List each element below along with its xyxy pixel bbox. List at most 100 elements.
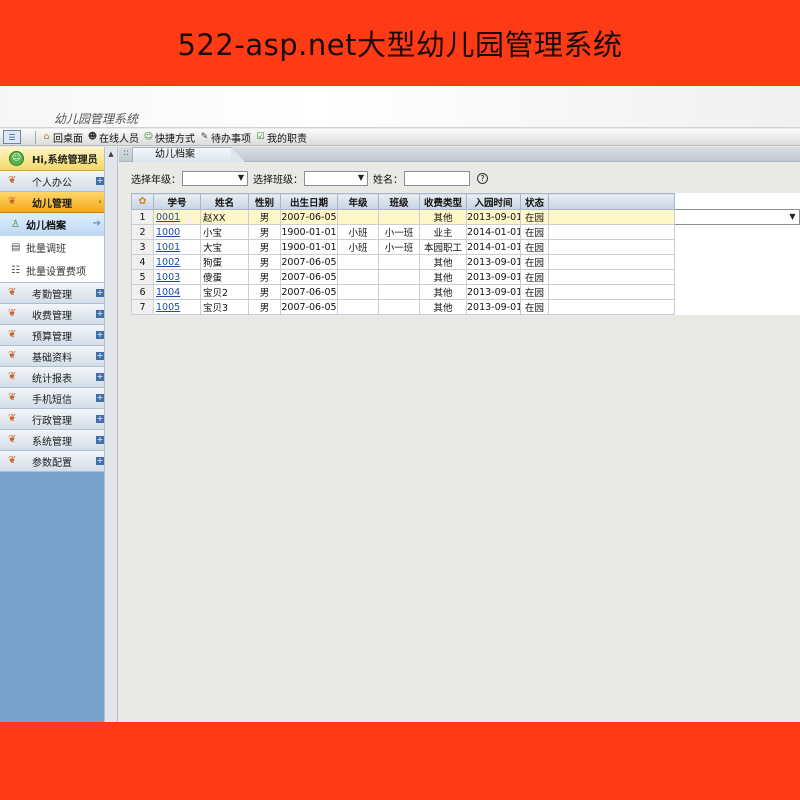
sidebar-item-child-management[interactable]: ❦ 幼儿管理 › [0, 192, 104, 213]
sidebar-subitem-batch-fee[interactable]: ☷ 批量设置费项 [0, 259, 104, 282]
sidebar-item-label: 统计报表 [32, 373, 72, 385]
cell-enter: 2013-09-01 [466, 299, 521, 315]
column-header[interactable]: 性别 [248, 193, 281, 210]
column-header[interactable]: 年级 [337, 193, 379, 210]
tab-child-records[interactable]: 幼儿档案 [132, 147, 232, 162]
cell-sex: 男 [248, 239, 281, 255]
sidebar-subitem-child-records[interactable]: ♙ 幼儿档案 ➔ [0, 213, 104, 236]
row-number: 2 [131, 224, 154, 240]
sidebar-item-params[interactable]: ❦ 参数配置 + [0, 451, 104, 472]
expand-icon: + [96, 176, 104, 185]
row-number: 4 [131, 254, 154, 270]
list-icon: ☷ [11, 264, 20, 276]
table-row[interactable]: 5 1003 傻蛋 男 2007-06-05 其他 2013-09-01 在园 [131, 269, 800, 285]
help-icon[interactable]: ? [477, 173, 488, 184]
cell-class [378, 254, 420, 270]
cell-grade [337, 254, 379, 270]
table-row[interactable]: 1 0001 赵XX 男 2007-06-05 其他 2013-09-01 在园 [131, 209, 800, 225]
main-content: 选择年级： 选择班级： 姓名： ? ✿ 学号 姓名 [120, 163, 800, 722]
student-id-link-text[interactable]: 1005 [156, 302, 180, 313]
tab-edge [231, 147, 245, 162]
student-id-link-text[interactable]: 1001 [156, 242, 180, 253]
column-header[interactable]: 入园时间 [466, 193, 521, 210]
student-id-link[interactable]: 1002 [153, 254, 201, 270]
column-header[interactable]: 学号 [153, 193, 201, 210]
column-header[interactable]: 收费类型 [419, 193, 467, 210]
sidebar-item-label: 手机短信 [32, 394, 72, 406]
cell-grade [337, 284, 379, 300]
student-id-link[interactable]: 1004 [153, 284, 201, 300]
column-header[interactable]: 状态 [520, 193, 549, 210]
sidebar-item-personal[interactable]: ❦ 个人办公 + [0, 171, 104, 192]
cell-sex: 男 [248, 209, 281, 225]
student-id-link[interactable]: 0001 [153, 209, 201, 225]
cell-birth: 2007-06-05 [280, 284, 338, 300]
student-id-link-text[interactable]: 1000 [156, 227, 180, 238]
column-header[interactable]: 出生日期 [280, 193, 338, 210]
student-id-link[interactable]: 1003 [153, 269, 201, 285]
cell-name: 狗蛋 [200, 254, 249, 270]
student-id-link-text[interactable]: 1003 [156, 272, 180, 283]
student-id-link-text[interactable]: 1002 [156, 257, 180, 268]
sidebar-subitem-label: 幼儿档案 [26, 221, 66, 232]
student-id-link-text[interactable]: 0001 [156, 212, 180, 223]
leaf-icon: ❦ [8, 308, 17, 319]
table-row[interactable]: 7 1005 宝贝3 男 2007-06-05 其他 2013-09-01 在园 [131, 299, 800, 315]
row-number-header: ✿ [131, 193, 154, 210]
chevron-up-icon[interactable]: ▲ [105, 147, 117, 158]
column-header[interactable]: 班级 [378, 193, 420, 210]
grade-label: 选择年级： [131, 175, 181, 186]
sidebar-item-sms[interactable]: ❦ 手机短信 + [0, 388, 104, 409]
sidebar-item-fees[interactable]: ❦ 收费管理 + [0, 304, 104, 325]
cell-status: 在园 [520, 284, 549, 300]
toolbar-duty-button[interactable]: ☑ 我的职责 [255, 130, 307, 145]
sidebar-subitem-batch-class[interactable]: ▤ 批量调班 [0, 236, 104, 259]
toolbar-menu-toggle-icon[interactable]: ☰ [3, 130, 21, 144]
table-row[interactable]: 6 1004 宝贝2 男 2007-06-05 其他 2013-09-01 在园 [131, 284, 800, 300]
toolbar-online-button[interactable]: ☻ 在线人员 [87, 130, 139, 145]
cell-class: 小一班 [378, 239, 420, 255]
cell-filler [548, 269, 675, 285]
toolbar-desktop-button[interactable]: ⌂ 回桌面 [41, 130, 83, 145]
sidebar-item-system[interactable]: ❦ 系统管理 + [0, 430, 104, 451]
cell-filler [548, 239, 675, 255]
sidebar-collapse-strip[interactable]: ▲ [104, 147, 118, 722]
table-row[interactable]: 2 1000 小宝 男 1900-01-01 小班 小一班 业主 2014-01… [131, 224, 800, 240]
toolbar: ☰ ⌂ 回桌面 ☻ 在线人员 ☺ 快捷方式 ✎ 待办事项 ☑ 我的职责 [0, 129, 800, 146]
toolbar-shortcut-button[interactable]: ☺ 快捷方式 [143, 130, 195, 145]
cell-status: 在园 [520, 209, 549, 225]
cell-name: 大宝 [200, 239, 249, 255]
student-id-link[interactable]: 1000 [153, 224, 201, 240]
cell-class [378, 209, 420, 225]
student-id-link[interactable]: 1001 [153, 239, 201, 255]
grade-select[interactable] [182, 171, 248, 186]
toolbar-shortcut-label: 快捷方式 [155, 133, 195, 145]
sidebar-item-budget[interactable]: ❦ 预算管理 + [0, 325, 104, 346]
leaf-icon: ❦ [8, 413, 17, 424]
student-id-link[interactable]: 1005 [153, 299, 201, 315]
student-id-link-text[interactable]: 1004 [156, 287, 180, 298]
column-header[interactable]: 姓名 [200, 193, 249, 210]
table-row[interactable]: 4 1002 狗蛋 男 2007-06-05 其他 2013-09-01 在园 [131, 254, 800, 270]
leaf-icon: ❦ [8, 329, 17, 340]
sidebar-item-basic-data[interactable]: ❦ 基础资料 + [0, 346, 104, 367]
sidebar-item-admin[interactable]: ❦ 行政管理 + [0, 409, 104, 430]
cell-fee: 其他 [419, 269, 467, 285]
tab-bar: :: 幼儿档案 [119, 147, 800, 162]
home-icon: ⌂ [43, 131, 50, 142]
cell-enter: 2014-01-01 [466, 224, 521, 240]
table-row[interactable]: 3 1001 大宝 男 1900-01-01 小班 小一班 本园职工 2014-… [131, 239, 800, 255]
toolbar-todo-button[interactable]: ✎ 待办事项 [199, 130, 251, 145]
cell-grade: 小班 [337, 239, 379, 255]
class-select[interactable] [304, 171, 368, 186]
expand-icon: + [96, 309, 104, 318]
app-title: 幼儿园管理系统 [54, 112, 139, 126]
cell-name: 赵XX [200, 209, 249, 225]
leaf-icon: ❦ [8, 455, 17, 466]
sidebar-item-attendance[interactable]: ❦ 考勤管理 + [0, 283, 104, 304]
name-input[interactable] [404, 171, 470, 186]
cell-sex: 男 [248, 254, 281, 270]
sidebar-item-reports[interactable]: ❦ 统计报表 + [0, 367, 104, 388]
cell-enter: 2013-09-01 [466, 209, 521, 225]
column-header-filler [548, 193, 675, 210]
